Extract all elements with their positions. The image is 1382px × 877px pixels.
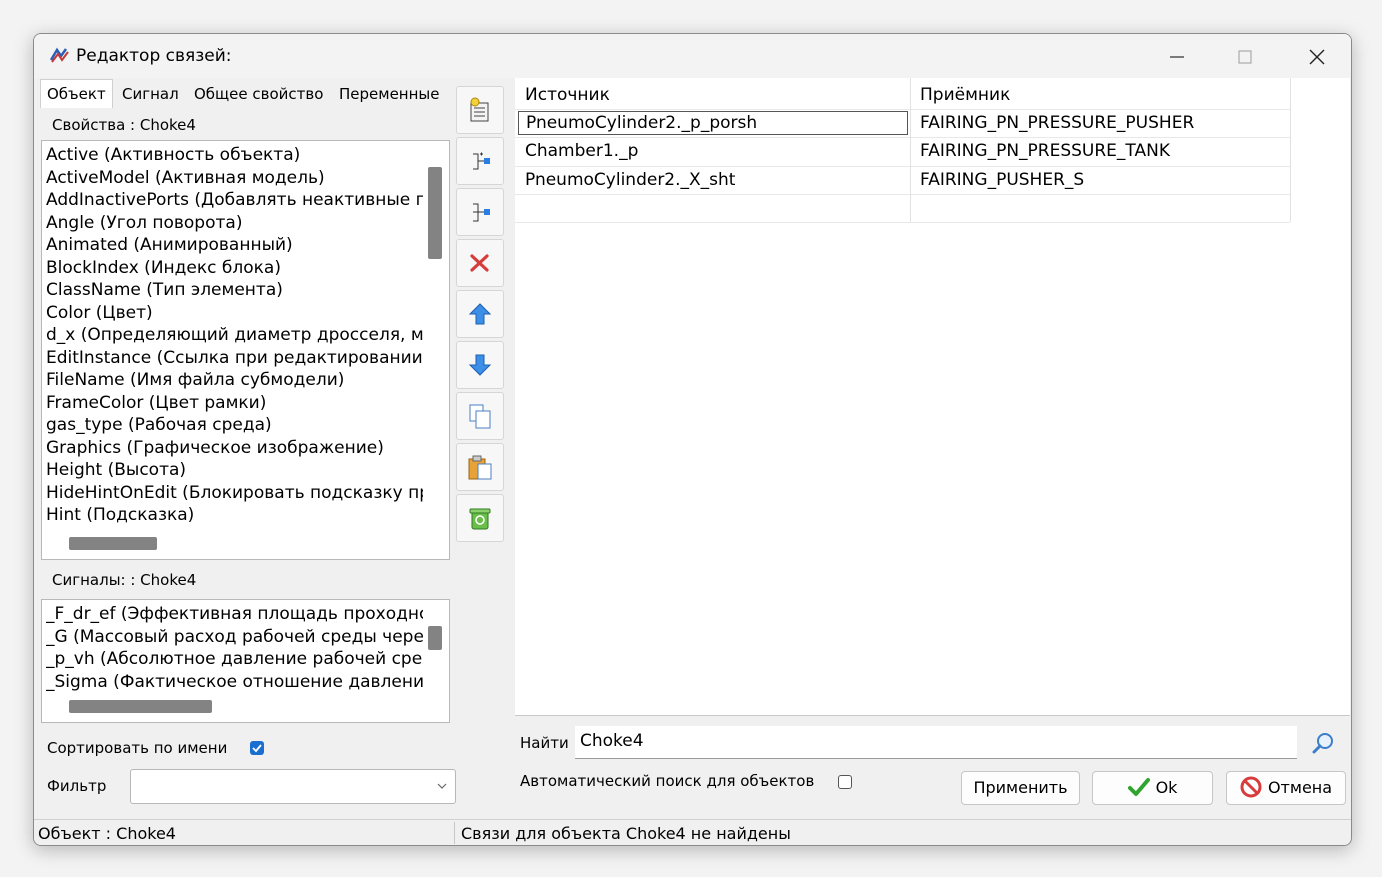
row-divider <box>515 194 1290 195</box>
status-divider <box>454 822 455 844</box>
target-cell[interactable]: FAIRING_PN_PRESSURE_PUSHER <box>910 109 1290 137</box>
source-cell[interactable]: PneumoCylinder2._X_sht <box>515 166 910 194</box>
insert-link-icon <box>473 203 490 222</box>
tab-signal[interactable]: Сигнал <box>116 81 185 107</box>
search-label: Найти <box>520 734 569 752</box>
list-item[interactable]: Angle (Угол поворота) <box>46 212 423 235</box>
row-divider <box>515 222 1290 223</box>
copy-icon <box>469 404 491 429</box>
signals-label: Сигналы: : Choke4 <box>52 571 197 589</box>
list-item[interactable]: EditInstance (Ссылка при редактировании) <box>46 347 423 370</box>
properties-vscroll-thumb[interactable] <box>428 167 442 259</box>
auto-search-checkbox[interactable] <box>838 775 852 789</box>
source-cell[interactable]: Chamber1._p <box>515 137 910 165</box>
cancel-button[interactable]: Отмена <box>1226 771 1346 805</box>
delete-icon <box>470 254 489 272</box>
sort-label: Сортировать по имени <box>47 739 228 757</box>
source-cell-selected[interactable]: PneumoCylinder2._p_porsh <box>518 111 908 135</box>
move-up-button[interactable] <box>456 290 504 338</box>
properties-edit-button[interactable] <box>456 86 504 134</box>
app-icon <box>48 46 70 66</box>
trash-icon <box>469 508 491 530</box>
delete-button[interactable] <box>456 239 504 287</box>
search-icon[interactable] <box>1311 731 1335 759</box>
list-item[interactable]: BlockIndex (Индекс блока) <box>46 257 423 280</box>
filter-combo[interactable] <box>130 769 456 804</box>
insert-link-button[interactable] <box>456 188 504 236</box>
status-right: Связи для объекта Choke4 не найдены <box>461 824 791 843</box>
checkmark-icon <box>1127 777 1150 796</box>
paste-button[interactable] <box>456 443 504 491</box>
paste-icon <box>468 455 492 480</box>
list-item[interactable]: Color (Цвет) <box>46 302 423 325</box>
list-item[interactable]: _p_vh (Абсолютное давление рабочей сред <box>46 648 423 671</box>
cancel-label: Отмена <box>1267 778 1333 797</box>
search-input[interactable]: Choke4 <box>575 726 1297 759</box>
list-item[interactable]: Active (Активность объекта) <box>46 144 423 167</box>
filter-label: Фильтр <box>47 777 107 795</box>
close-button[interactable] <box>1294 42 1340 72</box>
cancel-icon <box>1240 776 1262 797</box>
signals-vscroll-thumb[interactable] <box>428 626 442 650</box>
move-up-icon <box>468 303 492 325</box>
move-down-button[interactable] <box>456 341 504 389</box>
list-item[interactable]: _F_dr_ef (Эффективная площадь проходнс <box>46 603 423 626</box>
column-header-target[interactable]: Приёмник <box>910 81 1290 109</box>
signals-hscroll-thumb[interactable] <box>69 700 212 713</box>
close-icon <box>1309 49 1325 65</box>
list-item[interactable]: _Sigma (Фактическое отношение давлени <box>46 671 423 694</box>
move-down-icon <box>468 354 492 376</box>
properties-list[interactable]: Active (Активность объекта) ActiveModel … <box>41 140 450 560</box>
list-item[interactable]: FileName (Имя файла субмодели) <box>46 369 423 392</box>
column-divider <box>910 78 911 222</box>
tab-object[interactable]: Объект <box>40 79 113 108</box>
copy-button[interactable] <box>456 392 504 440</box>
window-title: Редактор связей: <box>76 46 232 66</box>
auto-search-label: Автоматический поиск для объектов <box>520 772 815 790</box>
list-item[interactable]: Graphics (Графическое изображение) <box>46 437 423 460</box>
checkmark-icon <box>252 744 262 753</box>
list-item[interactable]: ActiveModel (Активная модель) <box>46 167 423 190</box>
list-item[interactable]: Height (Высота) <box>46 459 423 482</box>
column-divider <box>1290 78 1291 222</box>
list-item[interactable]: gas_type (Рабочая среда) <box>46 414 423 437</box>
list-item[interactable]: Animated (Анимированный) <box>46 234 423 257</box>
list-item[interactable]: AddInactivePorts (Добавлять неактивные п… <box>46 189 423 212</box>
list-item[interactable]: d_x (Определяющий диаметр дросселя, м) <box>46 324 423 347</box>
maximize-button[interactable] <box>1222 42 1268 72</box>
target-cell[interactable]: FAIRING_PUSHER_S <box>910 166 1290 194</box>
ok-label: Ok <box>1155 778 1178 797</box>
search-value: Choke4 <box>580 731 644 751</box>
links-table[interactable]: Источник Приёмник PneumoCylinder2._p_por… <box>515 78 1350 716</box>
list-item[interactable]: ClassName (Тип элемента) <box>46 279 423 302</box>
ok-button[interactable]: Ok <box>1092 771 1213 805</box>
signals-list[interactable]: _F_dr_ef (Эффективная площадь проходнс _… <box>41 599 450 723</box>
properties-edit-icon <box>470 97 489 122</box>
trash-button[interactable] <box>456 494 504 542</box>
target-cell[interactable]: FAIRING_PN_PRESSURE_TANK <box>910 137 1290 165</box>
apply-button[interactable]: Применить <box>961 771 1080 805</box>
maximize-icon <box>1238 50 1252 64</box>
minimize-button[interactable] <box>1154 42 1200 72</box>
list-item[interactable]: FrameColor (Цвет рамки) <box>46 392 423 415</box>
properties-hscroll-thumb[interactable] <box>69 537 157 550</box>
column-header-source[interactable]: Источник <box>515 81 910 109</box>
tab-common-property[interactable]: Общее свойство <box>188 81 329 107</box>
title-bar: Редактор связей: <box>34 34 1351 78</box>
link-editor-window: Редактор связей: Объект Сигнал Общее сво… <box>33 33 1352 846</box>
apply-label: Применить <box>973 778 1068 797</box>
add-link-button[interactable] <box>456 137 504 185</box>
status-bar: Объект : Choke4 Связи для объекта Choke4… <box>34 819 1351 845</box>
sort-checkbox[interactable] <box>250 741 264 755</box>
chevron-down-icon <box>437 783 447 789</box>
list-item[interactable]: HideHintOnEdit (Блокировать подсказку пр… <box>46 482 423 505</box>
properties-label: Свойства : Choke4 <box>52 116 196 134</box>
add-link-icon <box>473 152 490 170</box>
status-left: Объект : Choke4 <box>38 824 176 843</box>
tab-variables[interactable]: Переменные <box>333 81 446 107</box>
list-item[interactable]: _G (Массовый расход рабочей среды через <box>46 626 423 649</box>
minimize-icon <box>1170 56 1184 58</box>
list-item[interactable]: Hint (Подсказка) <box>46 504 423 527</box>
properties-items: Active (Активность объекта) ActiveModel … <box>46 144 423 559</box>
